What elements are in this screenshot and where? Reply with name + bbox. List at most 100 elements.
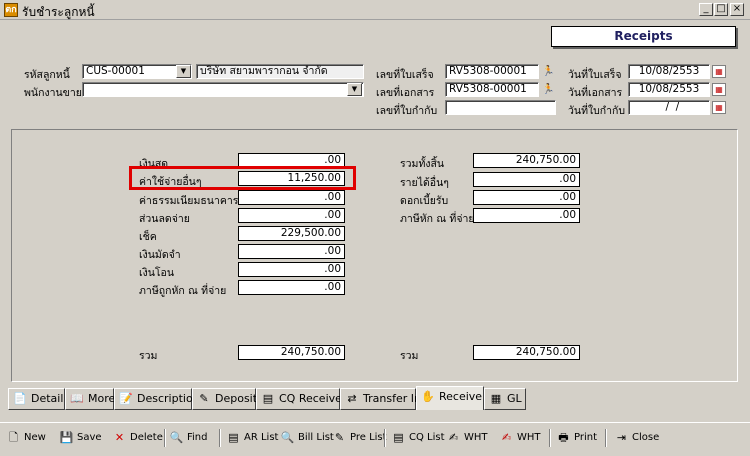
list-icon: ▤ [228, 431, 239, 444]
receipt-no-input[interactable]: RV5308-00001 [445, 64, 539, 79]
tax-inv-no-input[interactable] [445, 100, 556, 115]
doc-no-label: เลขที่เอกสาร [376, 87, 435, 99]
header-box: Receipts [551, 26, 736, 47]
receipt-date-label: วันที่ใบเสร็จ [568, 69, 622, 81]
separator [605, 429, 607, 447]
minimize-button[interactable]: _ [699, 3, 713, 16]
cheque-input[interactable]: 229,500.00 [238, 226, 345, 241]
transfer-icon: ⇄ [347, 392, 357, 405]
wht-deducted-input[interactable]: .00 [238, 280, 345, 295]
wht-deducted-label: ภาษีถูกหัก ณ ที่จ่าย [139, 285, 227, 297]
deposit-label: เงินมัดจำ [139, 249, 181, 261]
book-icon: 📖 [70, 392, 84, 405]
separator [219, 429, 221, 447]
note-icon: 📝 [119, 392, 133, 405]
tab-receive[interactable]: ✋ Receive [416, 386, 484, 410]
pencil-icon: ✎ [199, 392, 209, 405]
other-income-input[interactable]: .00 [473, 172, 580, 187]
app-icon: ตก [4, 3, 18, 17]
deposit-input[interactable]: .00 [238, 244, 345, 259]
transfer-label: เงินโอน [139, 267, 175, 279]
receive-panel [11, 129, 738, 382]
new-button[interactable]: 🗋 New [6, 428, 46, 448]
tab-gl[interactable]: ▦ GL [484, 388, 526, 410]
discount-label: ส่วนลดจ่าย [139, 213, 190, 225]
interest-input[interactable]: .00 [473, 190, 580, 205]
window-title: รับชำระลูกหนี้ [22, 5, 95, 19]
cheque-icon: ▤ [262, 392, 274, 405]
wht-icon: ✍ [448, 431, 459, 444]
doc-date-label: วันที่เอกสาร [568, 87, 623, 99]
ar-list-button[interactable]: ▤ AR List [226, 428, 278, 448]
wht-button-2[interactable]: ✍ WHT [499, 428, 541, 448]
tab-bar: 📄 Detail 📖 More 📝 Description ✎ Deposit ▤ CQ … [5, 386, 745, 410]
bottom-toolbar: 🗋 New 💾 Save ✕ Delete 🔍 Find ▤ AR List 🔍 Bill … [0, 422, 750, 450]
separator [384, 429, 386, 447]
pre-list-button[interactable]: ✎ Pre List [332, 428, 387, 448]
wht-button[interactable]: ✍ WHT [446, 428, 488, 448]
left-total-label: รวม [139, 350, 158, 362]
grand-total-label: รวมทั้งสิ้น [400, 158, 445, 170]
receive-icon: ✋ [421, 390, 435, 403]
pre-list-icon: ✎ [334, 431, 345, 444]
separator [164, 429, 166, 447]
doc-date-input[interactable]: 10/08/2553 [628, 82, 710, 97]
save-button[interactable]: 💾 Save [59, 428, 102, 448]
customer-code-dropdown[interactable]: ▼ [176, 65, 191, 78]
separator [549, 429, 551, 447]
bill-icon: 🔍 [280, 431, 295, 444]
bill-list-button[interactable]: 🔍 Bill List [280, 428, 334, 448]
left-total-field: 240,750.00 [238, 345, 345, 360]
tab-more[interactable]: 📖 More [65, 388, 115, 410]
salesperson-dropdown[interactable]: ▼ [347, 83, 362, 96]
cq-list-icon: ▤ [393, 431, 404, 444]
receipt-no-label: เลขที่ใบเสร็จ [376, 69, 434, 81]
salesperson-input[interactable] [82, 82, 364, 97]
grand-total-field: 240,750.00 [473, 153, 580, 168]
new-icon: 🗋 [9, 431, 18, 444]
bank-fee-input[interactable]: .00 [238, 190, 345, 205]
cq-list-button[interactable]: ▤ CQ List [391, 428, 444, 448]
customer-code-label: รหัสลูกหนี้ [24, 69, 70, 81]
tab-detail[interactable]: 📄 Detail [8, 388, 65, 410]
doc-no-input[interactable]: RV5308-00001 [445, 82, 539, 97]
salesperson-label: พนักงานขาย [24, 87, 82, 99]
close-window-button[interactable]: × [730, 3, 744, 16]
exit-icon: ⇥ [616, 431, 627, 444]
close-button[interactable]: ⇥ Close [614, 428, 659, 448]
tax-inv-no-label: เลขที่ใบกำกับ [376, 105, 438, 117]
delete-button[interactable]: ✕ Delete [112, 428, 163, 448]
calendar-icon[interactable]: ▦ [712, 83, 726, 96]
right-total-label: รวม [400, 350, 419, 362]
maximize-button[interactable]: □ [714, 3, 728, 16]
tax-inv-date-input[interactable]: / / [628, 100, 710, 115]
calendar-icon[interactable]: ▦ [712, 101, 726, 114]
save-icon: 💾 [59, 431, 74, 444]
customer-name-field: บริษัท สยามพารากอน จำกัด [196, 64, 364, 79]
receipt-date-input[interactable]: 10/08/2553 [628, 64, 710, 79]
discount-input[interactable]: .00 [238, 208, 345, 223]
find-icon: 🔍 [169, 431, 184, 444]
right-total-field: 240,750.00 [473, 345, 580, 360]
other-income-label: รายได้อื่นๆ [400, 177, 449, 189]
interest-label: ดอกเบี้ยรับ [400, 195, 449, 207]
detail-icon: 📄 [13, 392, 27, 405]
tab-cq-receive[interactable]: ▤ CQ Receive [256, 388, 342, 410]
tab-description[interactable]: 📝 Description [114, 388, 200, 410]
transfer-input[interactable]: .00 [238, 262, 345, 277]
bank-fee-label: ค่าธรรมเนียมธนาคาร [139, 195, 239, 207]
find-button[interactable]: 🔍 Find [169, 428, 208, 448]
wht-paid-input[interactable]: .00 [473, 208, 580, 223]
grid-icon: ▦ [490, 392, 502, 405]
printer-icon: 🖶 [558, 431, 569, 444]
tab-transfer-in[interactable]: ⇄ Transfer In [340, 388, 421, 410]
print-button[interactable]: 🖶 Print [556, 428, 597, 448]
calendar-icon[interactable]: ▦ [712, 65, 726, 78]
running-man-icon[interactable]: 🏃 [541, 82, 556, 97]
title-bar: ตก รับชำระลูกหนี้ _ □ × [0, 0, 750, 20]
wht-paid-label: ภาษีหัก ณ ที่จ่าย [400, 213, 475, 225]
tab-deposit[interactable]: ✎ Deposit [192, 388, 257, 410]
running-man-icon[interactable]: 🏃 [541, 64, 556, 79]
cheque-label: เช็ค [139, 231, 157, 243]
delete-icon: ✕ [114, 431, 125, 444]
